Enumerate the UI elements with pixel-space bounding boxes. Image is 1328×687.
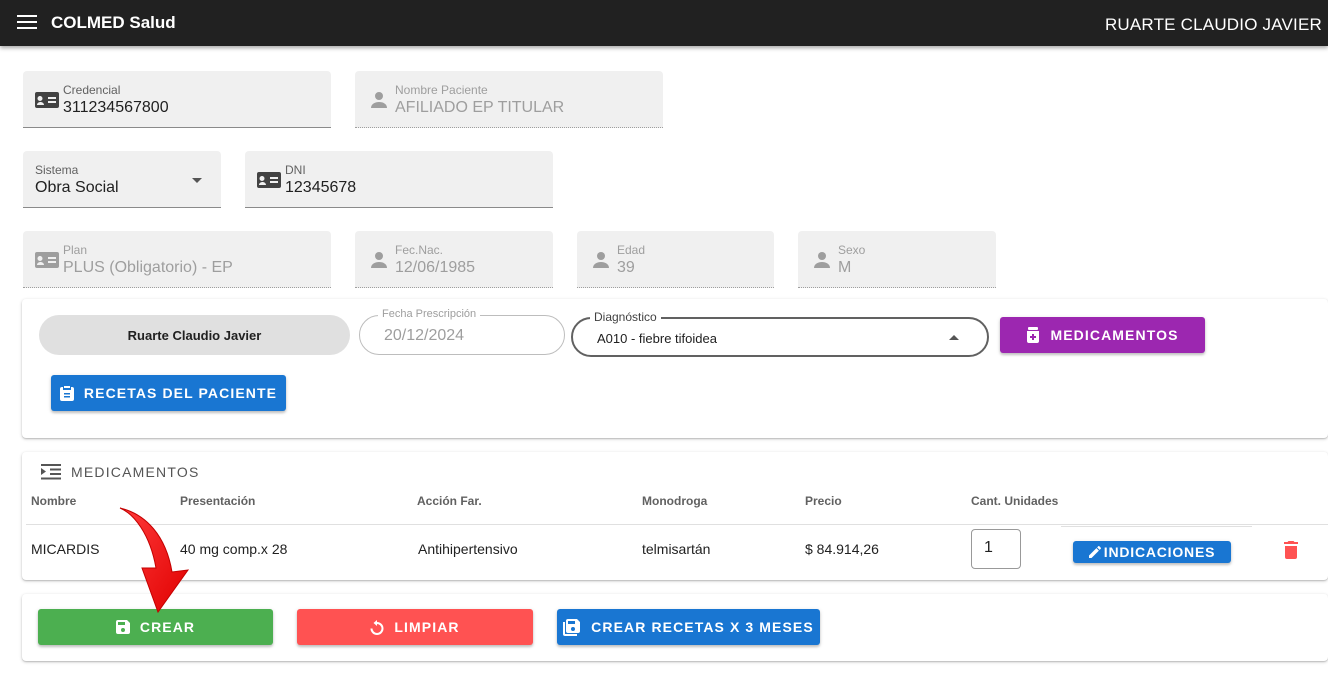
badge-icon xyxy=(35,90,59,110)
dni-value: 12345678 xyxy=(285,179,357,196)
edad-field: Edad 39 xyxy=(577,231,774,288)
medication-icon xyxy=(1026,327,1050,343)
table-header-divider xyxy=(26,524,1328,525)
fecha-prescripcion-label: Fecha Prescripción xyxy=(378,308,481,320)
column-header-accion[interactable]: Acción Far. xyxy=(417,494,482,508)
delete-icon[interactable] xyxy=(1284,541,1298,564)
nombre-paciente-field: Nombre Paciente AFILIADO EP TITULAR xyxy=(355,71,663,128)
fecnac-label: Fec.Nac. xyxy=(395,243,444,257)
doctor-chip: Ruarte Claudio Javier xyxy=(39,315,350,355)
crear-recetas-3-meses-button[interactable]: CREAR RECETAS X 3 MESES xyxy=(557,609,820,645)
limpiar-button[interactable]: LIMPIAR xyxy=(297,609,533,645)
recetas-del-paciente-button[interactable]: RECETAS DEL PACIENTE xyxy=(51,375,286,411)
nombre-paciente-value: AFILIADO EP TITULAR xyxy=(395,99,565,116)
row-nombre: MICARDIS xyxy=(31,541,100,557)
list-indent-icon xyxy=(41,464,61,485)
sexo-field: Sexo M xyxy=(798,231,996,288)
row-precio: $ 84.914,26 xyxy=(805,541,879,557)
sistema-label: Sistema xyxy=(35,163,79,177)
column-header-cantidad[interactable]: Cant. Unidades xyxy=(971,494,1058,508)
crear-3-meses-button-label: CREAR RECETAS X 3 MESES xyxy=(591,619,814,635)
sistema-value: Obra Social xyxy=(35,179,119,196)
app-title: COLMED Salud xyxy=(51,13,176,32)
person-icon xyxy=(367,90,391,110)
diagnostico-value: A010 - fiebre tifoidea xyxy=(597,331,717,346)
edad-label: Edad xyxy=(617,243,646,257)
user-name[interactable]: RUARTE CLAUDIO JAVIER xyxy=(1105,15,1322,35)
recetas-button-label: RECETAS DEL PACIENTE xyxy=(83,385,278,401)
fecnac-value: 12/06/1985 xyxy=(395,259,476,276)
actions-divider xyxy=(1061,526,1252,527)
save-multiple-icon xyxy=(563,618,591,636)
column-header-precio[interactable]: Precio xyxy=(805,494,842,508)
medicamentos-button-label: MEDICAMENTOS xyxy=(1050,327,1179,343)
fecha-prescripcion-field[interactable]: Fecha Prescripción 20/12/2024 xyxy=(359,308,565,355)
menu-icon[interactable] xyxy=(17,15,37,30)
annotation-arrow xyxy=(119,507,190,614)
row-accion: Antihipertensivo xyxy=(418,541,518,557)
diagnostico-label: Diagnóstico xyxy=(590,310,661,324)
column-header-nombre[interactable]: Nombre xyxy=(31,494,76,508)
arrow-drop-up-icon[interactable] xyxy=(949,335,959,340)
medicamentos-section-title: MEDICAMENTOS xyxy=(71,464,200,480)
person-icon xyxy=(810,250,834,270)
sexo-value: M xyxy=(838,259,852,276)
indicaciones-button[interactable]: INDICACIONES xyxy=(1073,541,1231,563)
row-presentacion: 40 mg comp.x 28 xyxy=(180,541,288,557)
badge-icon xyxy=(257,170,281,190)
credencial-field[interactable]: Credencial 311234567800 xyxy=(23,71,331,128)
limpiar-button-label: LIMPIAR xyxy=(394,619,460,635)
person-icon xyxy=(367,250,391,270)
crear-button-label: CREAR xyxy=(139,619,196,635)
edad-value: 39 xyxy=(617,259,635,276)
diagnostico-select[interactable]: Diagnóstico A010 - fiebre tifoidea xyxy=(571,310,989,357)
app-bar: COLMED Salud RUARTE CLAUDIO JAVIER xyxy=(0,0,1328,46)
sexo-label: Sexo xyxy=(838,243,866,257)
plan-value: PLUS (Obligatorio) - EP xyxy=(63,259,233,276)
sistema-select[interactable]: Sistema Obra Social xyxy=(23,151,221,208)
person-icon xyxy=(589,250,613,270)
badge-icon xyxy=(35,250,59,270)
credencial-value: 311234567800 xyxy=(63,99,169,116)
fecha-prescripcion-value: 20/12/2024 xyxy=(384,327,465,344)
column-header-monodroga[interactable]: Monodroga xyxy=(642,494,707,508)
indicaciones-button-label: INDICACIONES xyxy=(1103,544,1216,560)
plan-label: Plan xyxy=(63,243,88,257)
credencial-label: Credencial xyxy=(63,83,121,97)
dni-label: DNI xyxy=(285,163,306,177)
medicamentos-button[interactable]: MEDICAMENTOS xyxy=(1000,317,1205,353)
arrow-drop-down-icon[interactable] xyxy=(192,178,202,183)
dni-field[interactable]: DNI 12345678 xyxy=(245,151,553,208)
restart-icon xyxy=(370,619,394,635)
plan-field: Plan PLUS (Obligatorio) - EP xyxy=(23,231,331,288)
row-monodroga: telmisartán xyxy=(642,541,711,557)
nombre-paciente-label: Nombre Paciente xyxy=(395,83,488,97)
fecnac-field: Fec.Nac. 12/06/1985 xyxy=(355,231,553,288)
quantity-input[interactable]: 1 xyxy=(971,529,1021,569)
save-icon xyxy=(115,620,140,634)
clipboard-icon xyxy=(59,385,84,401)
pencil-icon xyxy=(1088,546,1104,558)
